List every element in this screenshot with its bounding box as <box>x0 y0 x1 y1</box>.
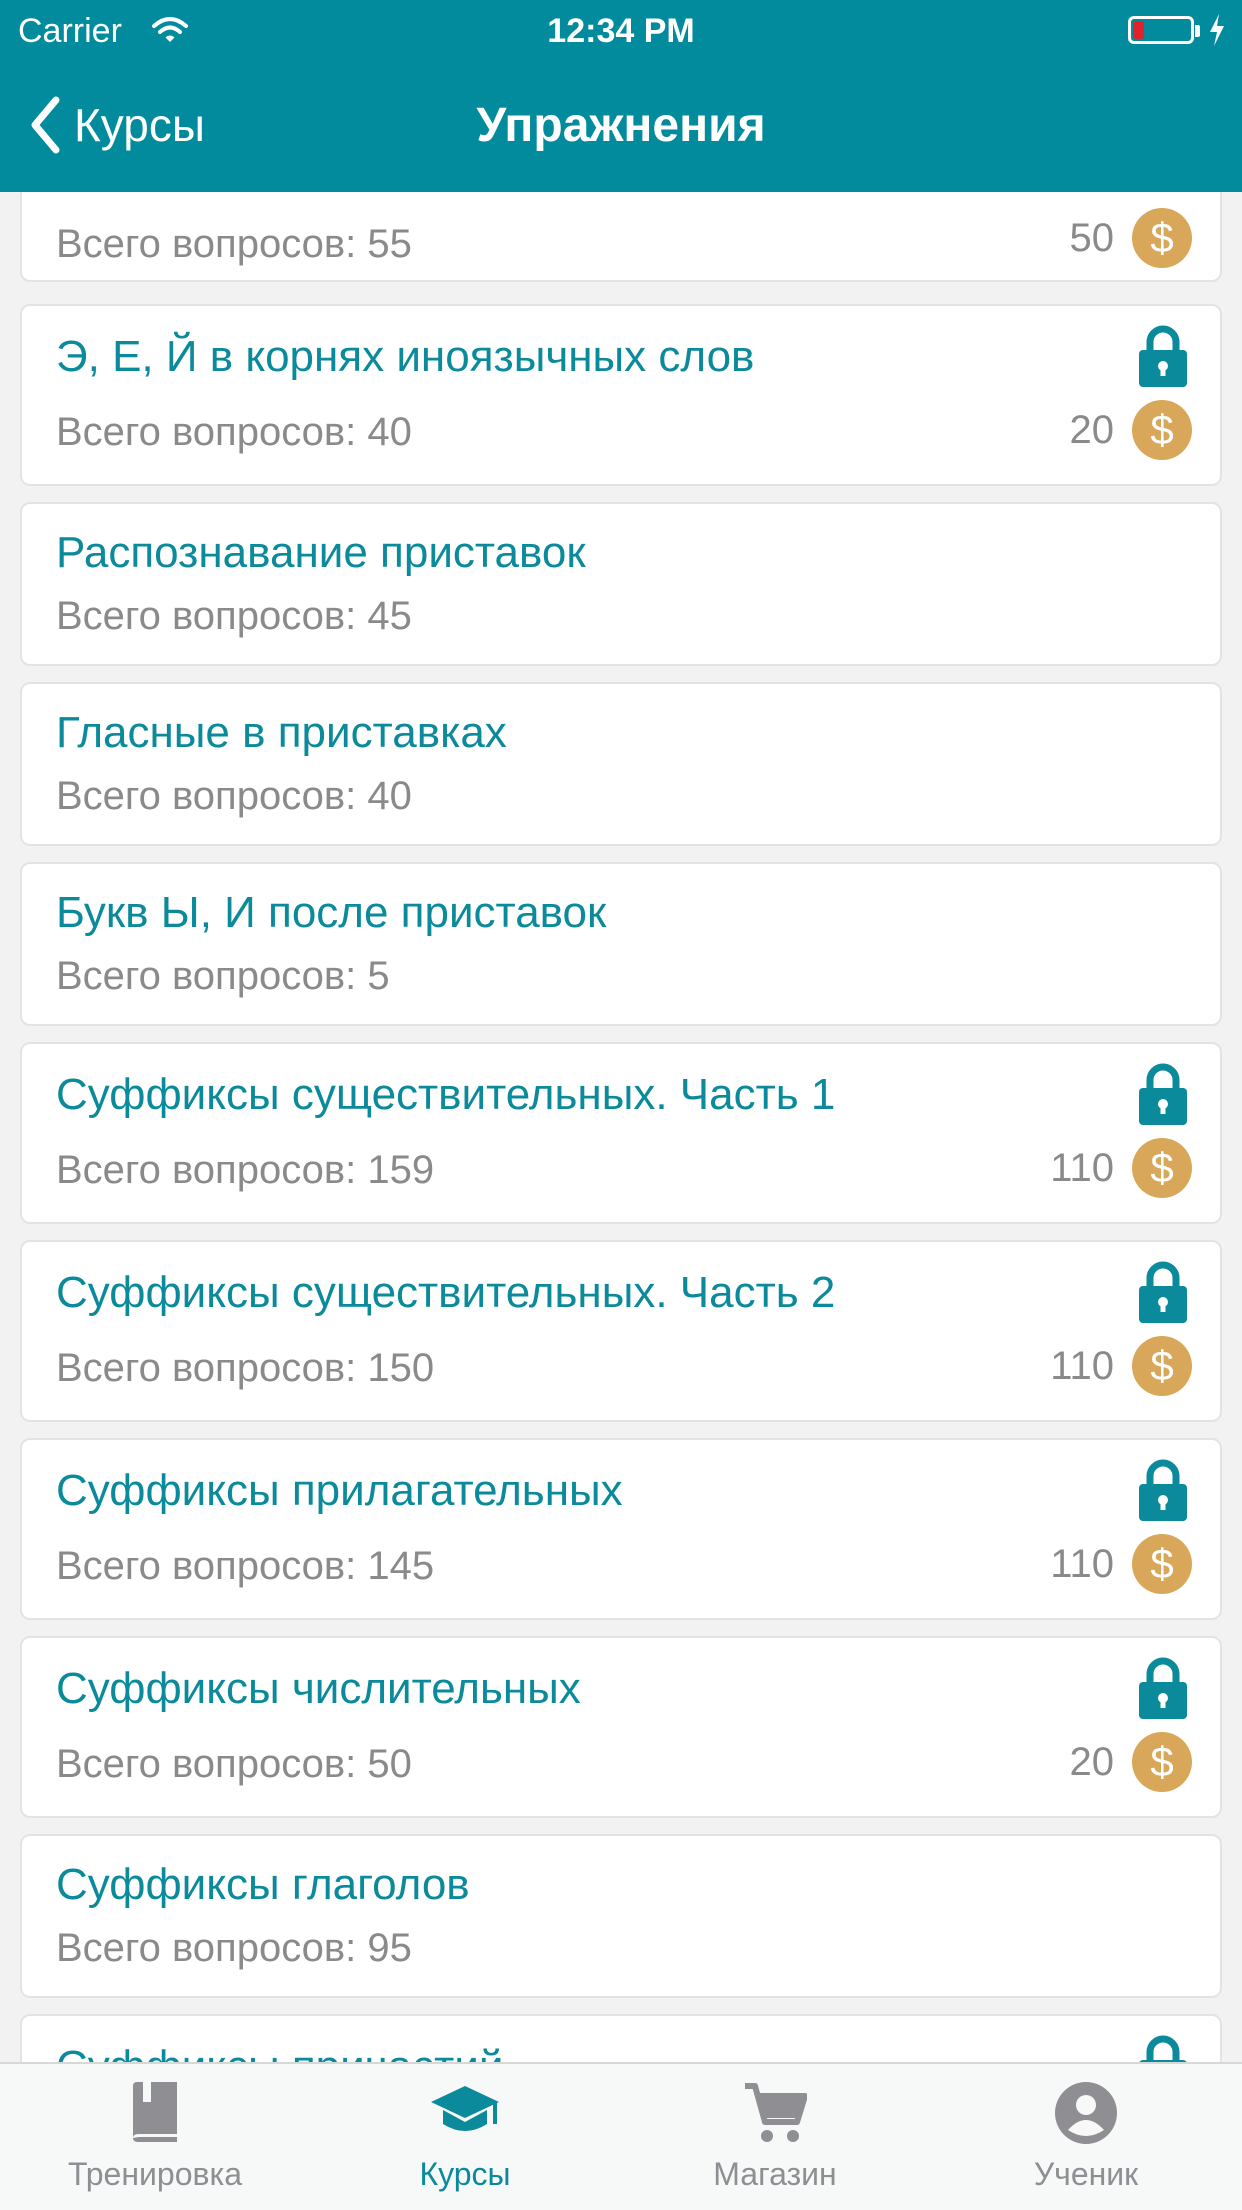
exercise-card[interactable]: Распознавание приставок Всего вопросов: … <box>20 502 1222 666</box>
tab-label: Курсы <box>419 2156 511 2192</box>
book-icon <box>133 2082 177 2142</box>
exercise-question-count: Всего вопросов: 159 <box>56 1148 435 1192</box>
app-header: Carrier 12:34 PM Курсы Упражнения <box>0 0 1242 192</box>
exercise-card[interactable]: Суффиксы прилагательных Всего вопросов: … <box>20 1438 1222 1620</box>
svg-text:$: $ <box>1150 1342 1173 1389</box>
tab-student[interactable]: Ученик <box>930 2064 1242 2210</box>
battery-level <box>1133 21 1144 39</box>
exercise-title: Суффиксы причастий <box>56 2042 503 2062</box>
exercise-question-count: Всего вопросов: 40 <box>56 774 412 818</box>
exercise-card[interactable]: Э, Е, Й в корнях иноязычных слов Всего в… <box>20 304 1222 486</box>
exercise-price: 50 $ <box>1069 208 1192 268</box>
exercise-title: Суффиксы числительных <box>56 1664 581 1713</box>
exercise-card[interactable]: Суффиксы существительных. Часть 1 Всего … <box>20 1042 1222 1224</box>
tab-label: Ученик <box>1033 2156 1139 2192</box>
exercise-question-count: Всего вопросов: 5 <box>56 954 390 998</box>
lock-icon <box>1139 1063 1187 1125</box>
coin-icon: $ <box>1132 400 1192 460</box>
tab-training[interactable]: Тренировка <box>0 2064 310 2210</box>
lock-icon <box>1139 325 1187 387</box>
price-value: 110 <box>1050 1541 1114 1586</box>
exercise-title: Суффиксы существительных. Часть 2 <box>56 1268 836 1317</box>
lock-icon <box>1139 2035 1187 2062</box>
exercise-card[interactable]: Всего вопросов: 55 50 $ <box>20 192 1222 282</box>
user-icon <box>1055 2082 1117 2144</box>
exercise-card[interactable]: Гласные в приставках Всего вопросов: 40 <box>20 682 1222 846</box>
exercise-card[interactable]: Суффиксы числительных Всего вопросов: 50… <box>20 1636 1222 1818</box>
exercise-price: 110 $ <box>1050 1336 1192 1396</box>
exercise-card[interactable]: Суффиксы глаголов Всего вопросов: 95 <box>20 1834 1222 1998</box>
tab-courses[interactable]: Курсы <box>310 2064 620 2210</box>
tab-shop[interactable]: Магазин <box>620 2064 930 2210</box>
exercise-title: Суффиксы глаголов <box>56 1860 470 1909</box>
tab-label: Магазин <box>713 2156 837 2192</box>
graduation-cap-icon <box>431 2086 499 2131</box>
exercise-question-count: Всего вопросов: 45 <box>56 594 412 638</box>
navigation-bar: Курсы Упражнения <box>0 62 1242 192</box>
tab-bar: Тренировка Курсы Магазин Ученик <box>0 2062 1242 2210</box>
exercise-question-count: Всего вопросов: 150 <box>56 1346 435 1390</box>
svg-text:$: $ <box>1150 1738 1173 1785</box>
cart-icon <box>745 2083 807 2142</box>
lock-icon <box>1139 1459 1187 1521</box>
svg-text:$: $ <box>1150 1540 1173 1587</box>
lock-icon <box>1139 1261 1187 1323</box>
exercise-card[interactable]: Суффиксы существительных. Часть 2 Всего … <box>20 1240 1222 1422</box>
exercise-card[interactable]: Букв Ы, И после приставок Всего вопросов… <box>20 862 1222 1026</box>
charging-bolt-icon <box>1208 14 1226 51</box>
exercise-question-count: Всего вопросов: 55 <box>56 222 412 266</box>
coin-icon: $ <box>1132 1138 1192 1198</box>
status-bar: Carrier 12:34 PM <box>0 0 1242 62</box>
price-value: 20 <box>1069 407 1115 452</box>
battery-icon <box>1128 16 1194 44</box>
svg-text:$: $ <box>1150 1144 1173 1191</box>
lock-icon <box>1139 1657 1187 1719</box>
svg-text:$: $ <box>1150 406 1173 453</box>
exercise-question-count: Всего вопросов: 50 <box>56 1742 412 1786</box>
coin-icon: $ <box>1132 208 1192 268</box>
exercise-question-count: Всего вопросов: 95 <box>56 1926 412 1970</box>
status-time: 12:34 PM <box>547 12 695 50</box>
exercise-price: 20 $ <box>1069 400 1192 460</box>
coin-icon: $ <box>1132 1534 1192 1594</box>
exercise-list: Всего вопросов: 55 50 $ Э, Е, Й в корнях… <box>0 192 1242 2062</box>
exercise-card[interactable]: Суффиксы причастий <box>20 2014 1222 2062</box>
exercise-price: 110 $ <box>1050 1534 1192 1594</box>
svg-text:$: $ <box>1150 214 1173 261</box>
exercise-title: Распознавание приставок <box>56 528 586 577</box>
exercise-title: Э, Е, Й в корнях иноязычных слов <box>56 332 755 381</box>
price-value: 110 <box>1050 1145 1114 1190</box>
price-value: 50 <box>1069 215 1115 260</box>
coin-icon: $ <box>1132 1336 1192 1396</box>
exercise-title: Суффиксы существительных. Часть 1 <box>56 1070 836 1119</box>
price-value: 20 <box>1069 1739 1115 1784</box>
tab-label: Тренировка <box>68 2156 242 2192</box>
exercise-title: Гласные в приставках <box>56 708 507 757</box>
price-value: 110 <box>1050 1343 1114 1388</box>
coin-icon: $ <box>1132 1732 1192 1792</box>
exercise-price: 20 $ <box>1069 1732 1192 1792</box>
exercise-price: 110 $ <box>1050 1138 1192 1198</box>
exercise-title: Суффиксы прилагательных <box>56 1466 623 1515</box>
exercise-question-count: Всего вопросов: 40 <box>56 410 412 454</box>
page-title: Упражнения <box>476 99 766 152</box>
exercise-question-count: Всего вопросов: 145 <box>56 1544 435 1588</box>
battery-nub <box>1195 25 1200 37</box>
exercise-title: Букв Ы, И после приставок <box>56 888 607 937</box>
